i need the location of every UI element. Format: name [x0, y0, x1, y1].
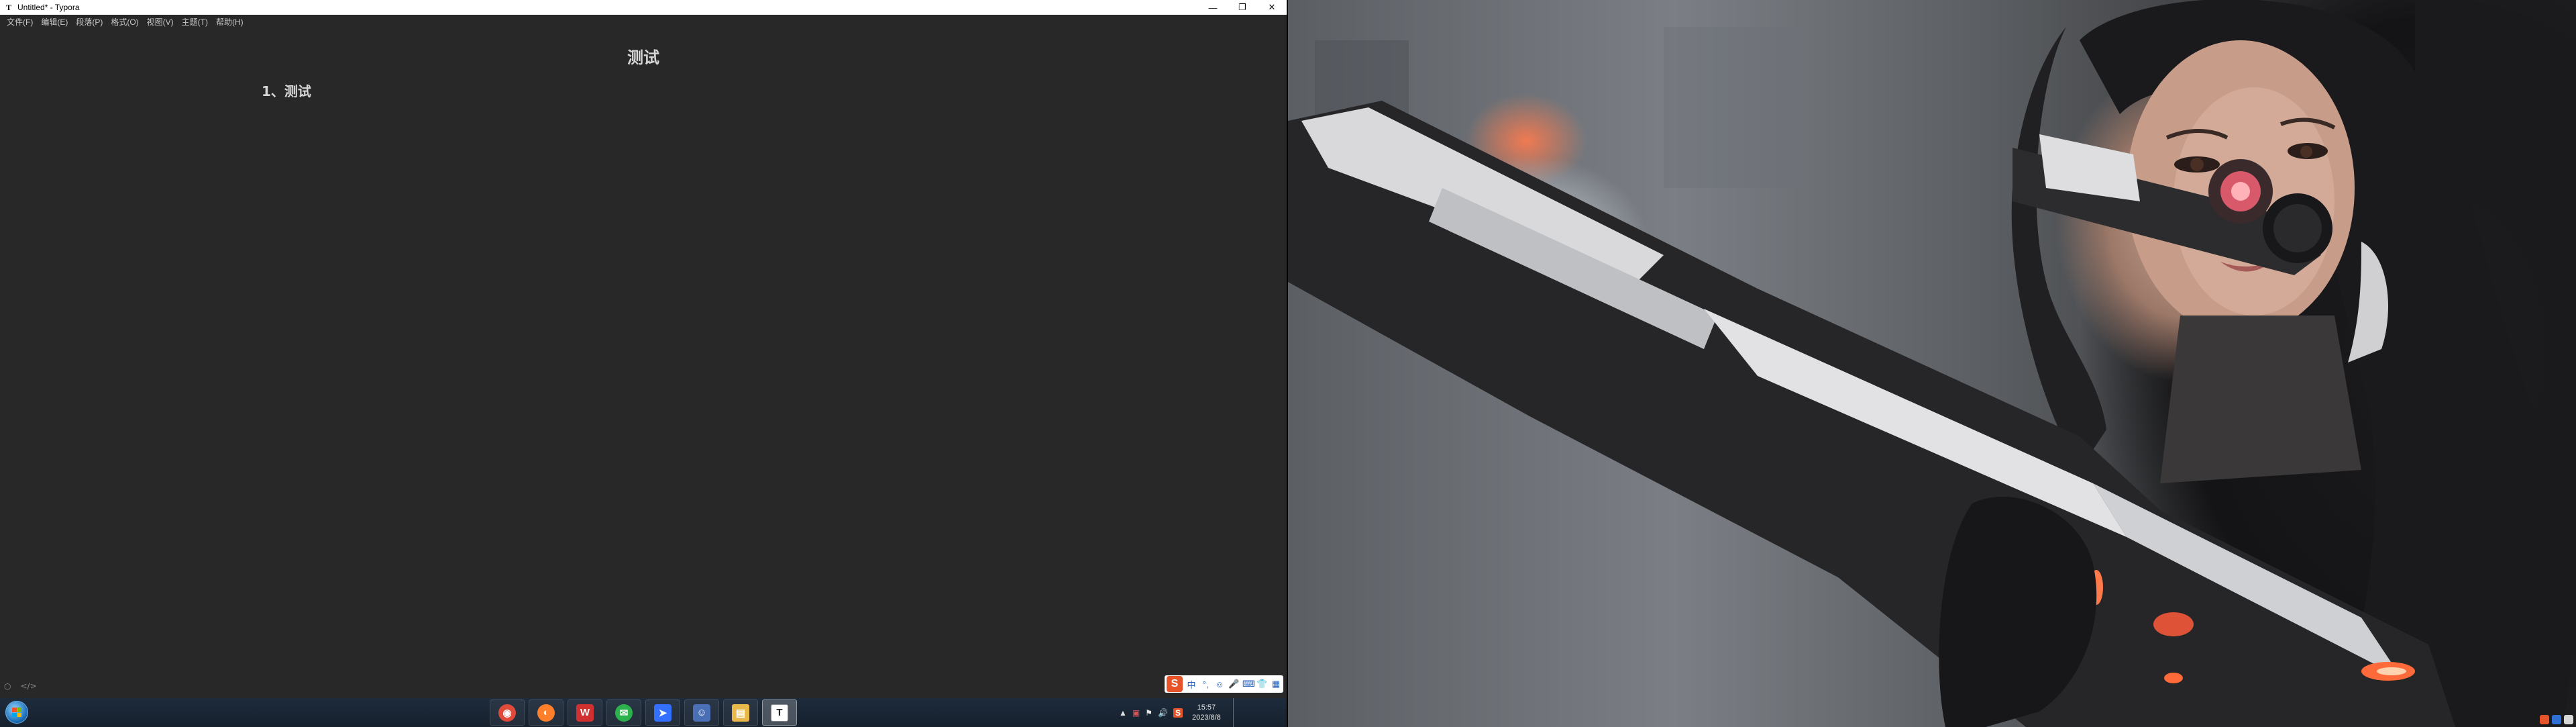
- typora-app-icon: T: [5, 3, 11, 12]
- menu-bar: 文件(F) 编辑(E) 段落(P) 格式(O) 视图(V) 主题(T) 帮助(H…: [0, 15, 1287, 30]
- ime-voice-icon[interactable]: 🎤: [1228, 679, 1239, 689]
- window-title: Untitled* - Typora: [17, 3, 80, 12]
- system-tray: ▲ ▣ ⚑ 🔊 S 15:57 2023/8/8: [1119, 698, 1244, 727]
- minimize-button[interactable]: —: [1198, 0, 1228, 15]
- firefox-icon: ◐: [537, 704, 555, 722]
- typora-icon: T: [771, 704, 788, 722]
- menu-view[interactable]: 视图(V): [143, 15, 178, 30]
- pinned-apps: ◉ ◐ W ✉ ➤ ☺ ▤ T: [490, 699, 797, 726]
- tray-sogou-icon[interactable]: [2540, 715, 2549, 724]
- windows-logo-icon: [12, 708, 21, 717]
- ime-toolbar: S 中 °, ☺ 🎤 ⌨ 👕 ▦: [1165, 675, 1283, 693]
- taskbar-wps[interactable]: W: [568, 699, 602, 726]
- restore-button[interactable]: ❐: [1228, 0, 1257, 15]
- sogou-tray-icon[interactable]: S: [1173, 708, 1183, 718]
- tray-app-icon[interactable]: [2552, 715, 2561, 724]
- ime-keyboard-icon[interactable]: ⌨: [1242, 679, 1255, 689]
- taskbar-firefox[interactable]: ◐: [529, 699, 564, 726]
- wps-icon: W: [576, 704, 594, 722]
- tray-app-icon[interactable]: [2564, 715, 2573, 724]
- start-button[interactable]: [5, 701, 28, 724]
- taskbar-wechat[interactable]: ✉: [606, 699, 641, 726]
- title-bar: T Untitled* - Typora — ❐ ✕: [0, 0, 1287, 15]
- volume-icon[interactable]: 🔊: [1158, 708, 1168, 718]
- editor-area[interactable]: 测试 1、测试: [0, 30, 1287, 698]
- taskbar-typora[interactable]: T: [762, 699, 797, 726]
- outline-toggle-icon[interactable]: ○: [4, 681, 11, 691]
- desktop-wallpaper: [1288, 0, 2576, 727]
- ime-punctuation-icon[interactable]: °,: [1200, 679, 1211, 689]
- menu-file[interactable]: 文件(F): [3, 15, 37, 30]
- clock[interactable]: 15:57 2023/8/8: [1192, 703, 1221, 723]
- status-bar: ○ </>: [4, 679, 37, 693]
- document-heading[interactable]: 1、测试: [262, 81, 311, 100]
- taskbar-person-app[interactable]: ☺: [684, 699, 719, 726]
- source-mode-icon[interactable]: </>: [20, 681, 36, 691]
- taskbar-chrome[interactable]: ◉: [490, 699, 525, 726]
- sogou-ime-icon[interactable]: S: [1167, 676, 1183, 692]
- menu-theme[interactable]: 主题(T): [178, 15, 212, 30]
- close-button[interactable]: ✕: [1257, 0, 1287, 15]
- taskbar-feishu[interactable]: ➤: [645, 699, 680, 726]
- feishu-icon: ➤: [654, 704, 672, 722]
- ime-language-toggle[interactable]: 中: [1186, 678, 1197, 691]
- clock-time: 15:57: [1197, 703, 1216, 712]
- ime-skin-icon[interactable]: 👕: [1256, 679, 1267, 689]
- menu-edit[interactable]: 编辑(E): [37, 15, 72, 30]
- wallpaper-tray-icons: [2540, 715, 2573, 724]
- typora-window: T Untitled* - Typora — ❐ ✕ 文件(F) 编辑(E) 段…: [0, 0, 1287, 727]
- person-app-icon: ☺: [693, 704, 710, 722]
- ime-emoji-icon[interactable]: ☺: [1214, 679, 1225, 689]
- taskbar: ◉ ◐ W ✉ ➤ ☺ ▤ T ▲ ▣ ⚑ 🔊 S 15:57 2023/8/8: [0, 698, 1287, 727]
- wallpaper-illustration: [1288, 0, 2576, 727]
- show-hidden-icons[interactable]: ▲: [1119, 708, 1127, 718]
- menu-paragraph[interactable]: 段落(P): [72, 15, 107, 30]
- folder-icon: ▤: [732, 704, 749, 722]
- action-center-flag-icon[interactable]: ⚑: [1145, 708, 1152, 718]
- menu-format[interactable]: 格式(O): [107, 15, 142, 30]
- menu-help[interactable]: 帮助(H): [212, 15, 248, 30]
- clock-date: 2023/8/8: [1191, 713, 1221, 722]
- wechat-icon: ✉: [615, 704, 633, 722]
- taskbar-file-explorer[interactable]: ▤: [723, 699, 758, 726]
- show-desktop-button[interactable]: [1232, 698, 1244, 727]
- document-title[interactable]: 测试: [0, 44, 1287, 68]
- tray-app-icon[interactable]: ▣: [1132, 708, 1140, 718]
- ime-toolbox-icon[interactable]: ▦: [1271, 679, 1281, 689]
- chrome-icon: ◉: [498, 704, 516, 722]
